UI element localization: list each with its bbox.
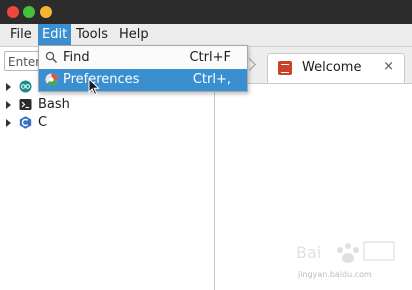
menu-bar: File Edit Tools Help [0,24,412,47]
svg-text:Bai: Bai [296,243,321,262]
book-icon [278,61,292,75]
c-language-icon [19,116,32,129]
close-tab-icon[interactable]: × [383,59,394,74]
arduino-icon [19,80,32,93]
tree-item-c[interactable]: C [0,114,214,132]
tree-item-label: Bash [38,97,70,112]
window-titlebar [0,0,412,24]
expand-arrow-icon[interactable] [6,119,11,127]
expand-arrow-icon[interactable] [6,83,11,91]
tab-label: Welcome [302,60,362,75]
tab-welcome[interactable]: Welcome × [267,53,405,83]
menu-edit[interactable]: Edit [38,24,72,46]
shortcut-label: Ctrl+, [192,72,231,87]
menu-help[interactable]: Help [115,24,153,46]
expand-arrow-icon[interactable] [6,101,11,109]
menu-item-label: Find [63,50,90,65]
menu-tools[interactable]: Tools [72,24,112,46]
maximize-window-button[interactable] [23,6,35,18]
search-icon [45,51,58,64]
tree-item-label: C [38,115,48,130]
menu-item-preferences[interactable]: Preferences Ctrl+, [39,69,247,91]
terminal-icon [19,99,32,110]
shortcut-label: Ctrl+F [189,50,231,65]
watermark-text: jingyan.baidu.com [298,270,372,279]
edit-menu-dropdown: Find Ctrl+F Preferences Ctrl+, [38,45,248,92]
tree-item-bash[interactable]: Bash [0,96,214,114]
close-window-button[interactable] [7,6,19,18]
menu-item-find[interactable]: Find Ctrl+F [39,47,247,69]
menu-file[interactable]: File [6,24,36,46]
preferences-icon [45,73,58,86]
minimize-window-button[interactable] [40,6,52,18]
mouse-cursor-icon [88,78,100,96]
